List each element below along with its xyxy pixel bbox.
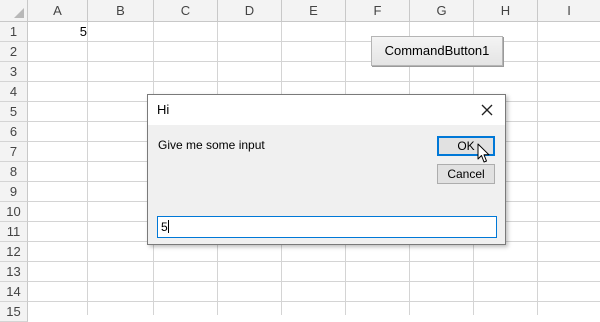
column-header-f[interactable]: F — [346, 0, 410, 22]
row-header-14[interactable]: 14 — [0, 282, 28, 302]
row-header-11[interactable]: 11 — [0, 222, 28, 242]
cancel-button[interactable]: Cancel — [437, 164, 495, 184]
select-all-triangle-icon — [14, 8, 24, 18]
column-header-a[interactable]: A — [28, 0, 88, 22]
row-header-8[interactable]: 8 — [0, 162, 28, 182]
row-header-15[interactable]: 15 — [0, 302, 28, 322]
cell-a1[interactable]: 5 — [29, 22, 87, 41]
row-header-6[interactable]: 6 — [0, 122, 28, 142]
gridline-horizontal — [28, 281, 600, 282]
input-field[interactable]: 5 — [157, 216, 497, 238]
column-header-b[interactable]: B — [88, 0, 154, 22]
column-header-i[interactable]: I — [538, 0, 600, 22]
gridline-horizontal — [28, 61, 600, 62]
gridline-horizontal — [28, 301, 600, 302]
row-header-1[interactable]: 1 — [0, 22, 28, 42]
row-header-12[interactable]: 12 — [0, 242, 28, 262]
gridline-vertical — [537, 22, 538, 315]
gridline-vertical — [87, 22, 88, 315]
row-header-10[interactable]: 10 — [0, 202, 28, 222]
select-all-corner[interactable] — [0, 0, 28, 22]
gridline-horizontal — [28, 81, 600, 82]
dialog-titlebar[interactable]: Hi — [148, 95, 505, 125]
command-button[interactable]: CommandButton1 — [371, 36, 503, 66]
text-caret — [167, 220, 169, 233]
column-header-g[interactable]: G — [410, 0, 474, 22]
column-header-h[interactable]: H — [474, 0, 538, 22]
input-box-dialog: Hi Give me some input OK Cancel 5 — [147, 94, 506, 245]
gridline-horizontal — [28, 261, 600, 262]
column-header-d[interactable]: D — [218, 0, 282, 22]
row-header-5[interactable]: 5 — [0, 102, 28, 122]
dialog-prompt: Give me some input — [158, 138, 265, 152]
row-header-4[interactable]: 4 — [0, 82, 28, 102]
row-header-3[interactable]: 3 — [0, 62, 28, 82]
row-header-13[interactable]: 13 — [0, 262, 28, 282]
mouse-pointer-icon — [477, 143, 491, 167]
row-header-7[interactable]: 7 — [0, 142, 28, 162]
row-header-2[interactable]: 2 — [0, 42, 28, 62]
close-icon[interactable] — [475, 98, 499, 122]
column-header-e[interactable]: E — [282, 0, 346, 22]
dialog-title: Hi — [157, 102, 170, 117]
input-value: 5 — [161, 220, 168, 234]
gridline-horizontal — [28, 41, 600, 42]
row-header-9[interactable]: 9 — [0, 182, 28, 202]
column-header-c[interactable]: C — [154, 0, 218, 22]
